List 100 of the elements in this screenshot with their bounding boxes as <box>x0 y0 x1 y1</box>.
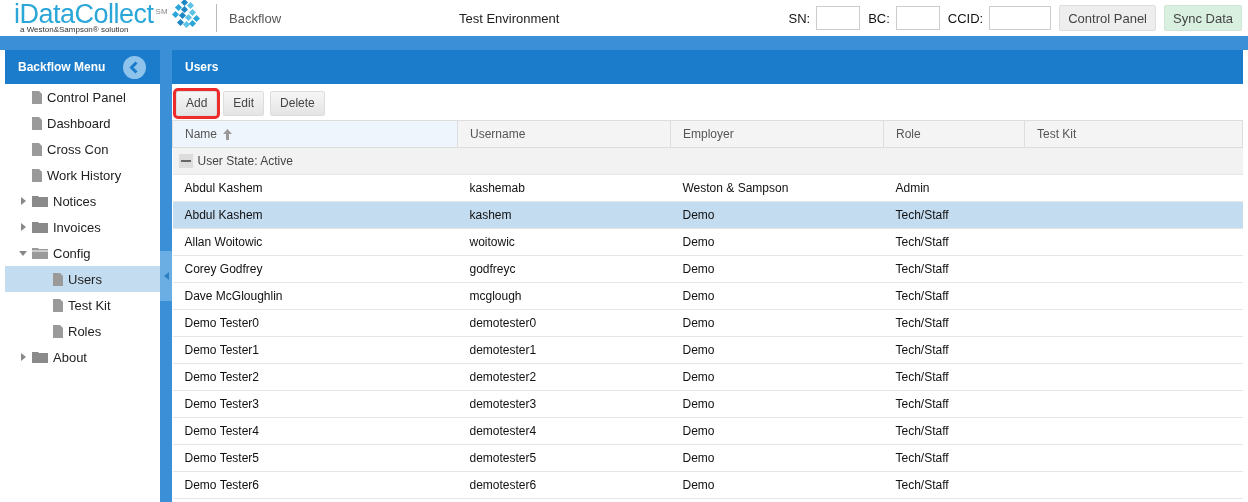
folder-icon <box>32 351 48 363</box>
table-cell: Demo <box>670 201 884 229</box>
delete-button[interactable]: Delete <box>270 90 325 116</box>
table-cell: Tech/Staff <box>883 228 1025 256</box>
folder-icon <box>32 195 48 207</box>
panel-title: Users <box>185 60 219 74</box>
column-header[interactable]: Username <box>457 120 671 148</box>
tagline: a Weston&Sampson® solution <box>20 24 130 34</box>
menu-item[interactable]: Roles <box>5 318 160 344</box>
collapsed-triangle-icon[interactable] <box>19 353 27 361</box>
table-cell: Demo <box>670 417 884 445</box>
service-mark: SM <box>155 6 168 16</box>
table-cell: Tech/Staff <box>883 417 1025 445</box>
table-cell: Demo Tester0 <box>172 309 458 337</box>
menu-item[interactable]: Cross Con <box>5 136 160 162</box>
table-cell: Weston & Sampson <box>670 174 884 202</box>
table-cell: Demo Tester3 <box>172 390 458 418</box>
menu-item[interactable]: Dashboard <box>5 110 160 136</box>
menu-item[interactable]: Invoices <box>5 214 160 240</box>
environment-label: Test Environment <box>459 10 561 26</box>
collapsed-triangle-icon[interactable] <box>19 223 27 231</box>
folder-icon <box>32 247 48 259</box>
sidebar-title: Backflow Menu <box>18 60 106 74</box>
file-icon <box>53 324 63 338</box>
file-icon <box>53 272 63 286</box>
table-cell: Demo <box>670 255 884 283</box>
table-cell: Corey Godfrey <box>172 255 458 283</box>
table-cell: demotester4 <box>457 417 671 445</box>
file-icon <box>53 298 63 312</box>
input-field[interactable] <box>895 6 940 30</box>
group-label: User State: Active <box>197 154 293 168</box>
table-cell: Allan Woitowic <box>172 228 458 256</box>
table-cell: Demo <box>670 471 884 499</box>
table-cell: Dave McGloughlin <box>172 282 458 310</box>
sort-up-icon <box>223 129 232 141</box>
field-label: CCID: <box>947 10 984 26</box>
menu-item[interactable]: Test Kit <box>5 292 160 318</box>
table-cell: Tech/Staff <box>883 390 1025 418</box>
table-cell: demotester2 <box>457 363 671 391</box>
table-cell: Tech/Staff <box>883 336 1025 364</box>
table-cell: Tech/Staff <box>883 363 1025 391</box>
table-cell: Demo <box>670 336 884 364</box>
table-cell: Demo Tester1 <box>172 336 458 364</box>
table-cell: Abdul Kashem <box>172 201 458 229</box>
menu-item[interactable]: Config <box>5 240 160 266</box>
table-cell: Tech/Staff <box>883 471 1025 499</box>
file-icon <box>32 142 42 156</box>
menu-item[interactable]: Control Panel <box>5 84 160 110</box>
menu-item[interactable]: About <box>5 344 160 370</box>
table-cell: Demo <box>670 309 884 337</box>
table-cell: Tech/Staff <box>883 201 1025 229</box>
table-cell: demotester6 <box>457 471 671 499</box>
table-cell: Tech/Staff <box>883 309 1025 337</box>
menu-item[interactable]: Notices <box>5 188 160 214</box>
field-label: BC: <box>868 10 890 26</box>
table-cell: Tech/Staff <box>883 444 1025 472</box>
expanded-triangle-icon[interactable] <box>19 249 27 257</box>
column-header[interactable]: Role <box>883 120 1025 148</box>
table-cell: Tech/Staff <box>883 282 1025 310</box>
column-header[interactable]: Employer <box>670 120 884 148</box>
mosaic-logo-icon <box>169 0 200 28</box>
table-cell: Tech/Staff <box>883 255 1025 283</box>
collapsed-triangle-icon[interactable] <box>19 197 27 205</box>
table-cell: Demo Tester6 <box>172 471 458 499</box>
table-cell: godfreyc <box>457 255 671 283</box>
table-cell: Demo <box>670 228 884 256</box>
table-cell: Abdul Kashem <box>172 174 458 202</box>
table-cell: woitowic <box>457 228 671 256</box>
column-header[interactable]: Test Kit <box>1024 120 1243 148</box>
collapse-arrow-icon[interactable] <box>163 272 169 280</box>
table-cell: Demo Tester5 <box>172 444 458 472</box>
table-cell: Demo Tester4 <box>172 417 458 445</box>
column-header[interactable]: Name <box>172 120 458 148</box>
menu-item[interactable]: Users <box>5 266 160 292</box>
file-icon <box>32 90 42 104</box>
collapse-group-icon[interactable] <box>178 154 193 168</box>
table-cell: demotester3 <box>457 390 671 418</box>
file-icon <box>32 168 42 182</box>
menu-item[interactable]: Work History <box>5 162 160 188</box>
table-cell: demotester5 <box>457 444 671 472</box>
table-cell: Demo <box>670 390 884 418</box>
table-cell: kashem <box>457 201 671 229</box>
table-cell: mcglough <box>457 282 671 310</box>
table-cell: demotester0 <box>457 309 671 337</box>
add-button[interactable]: Add <box>176 90 218 116</box>
table-cell: Demo <box>670 282 884 310</box>
table-cell: Demo <box>670 444 884 472</box>
sync-button[interactable]: Sync Data <box>1164 5 1242 31</box>
table-cell: kashemab <box>457 174 671 202</box>
table-cell: demotester1 <box>457 336 671 364</box>
table-cell: Demo Tester2 <box>172 363 458 391</box>
edit-button[interactable]: Edit <box>223 90 265 116</box>
control-panel-button[interactable]: Control Panel <box>1059 5 1156 31</box>
table-cell: Demo <box>670 363 884 391</box>
module-name: Backflow <box>229 10 283 26</box>
input-field[interactable] <box>989 6 1052 30</box>
collapse-icon[interactable] <box>123 55 146 79</box>
table-cell: Admin <box>883 174 1025 202</box>
field-label: SN: <box>788 10 811 26</box>
input-field[interactable] <box>816 6 861 30</box>
